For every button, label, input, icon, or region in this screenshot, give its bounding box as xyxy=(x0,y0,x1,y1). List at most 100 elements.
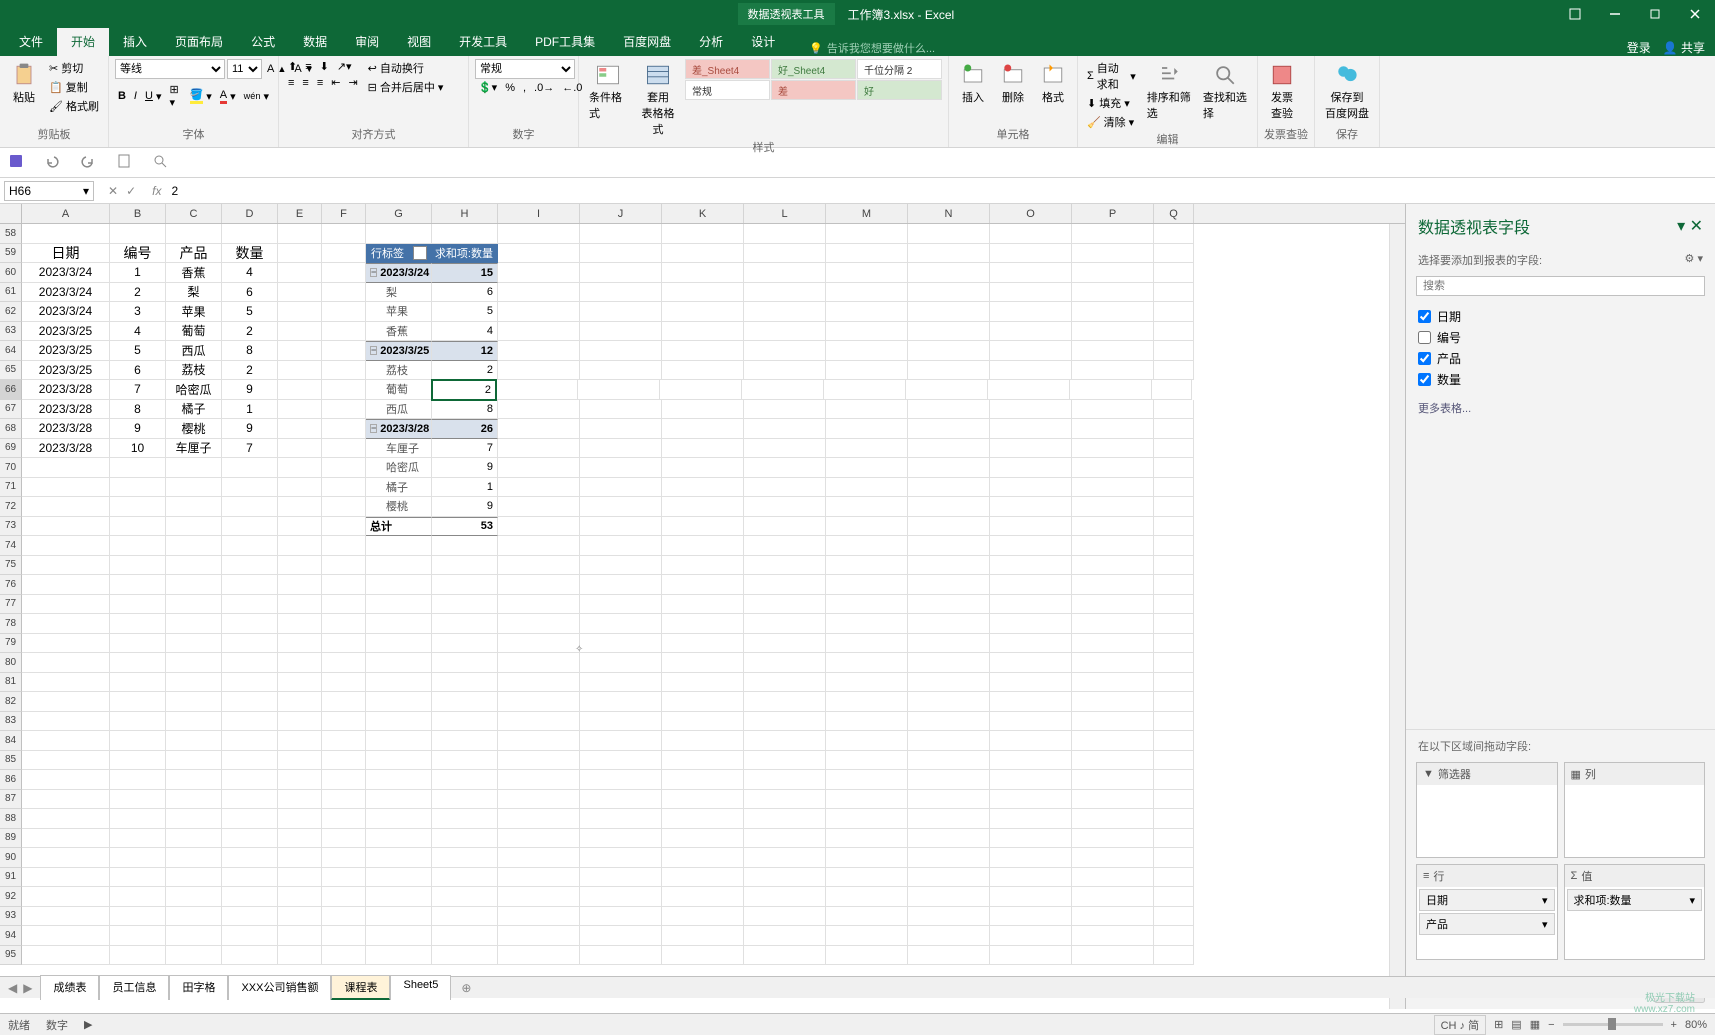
row-header[interactable]: 62 xyxy=(0,302,22,322)
cell[interactable] xyxy=(662,400,744,420)
cell[interactable] xyxy=(22,809,110,829)
row-header[interactable]: 69 xyxy=(0,439,22,459)
cell[interactable] xyxy=(278,224,322,244)
tab-file[interactable]: 文件 xyxy=(5,27,57,56)
cell[interactable] xyxy=(22,556,110,576)
cell[interactable] xyxy=(222,673,278,693)
cell[interactable] xyxy=(744,790,826,810)
cell[interactable] xyxy=(662,517,744,537)
cell[interactable] xyxy=(322,263,366,283)
cell[interactable]: 梨 xyxy=(366,283,432,303)
cell[interactable] xyxy=(1072,439,1154,459)
cell[interactable]: 车厘子 xyxy=(166,439,222,459)
italic-button[interactable]: I xyxy=(131,89,140,103)
cell[interactable] xyxy=(278,400,322,420)
cell[interactable] xyxy=(322,595,366,615)
cell[interactable] xyxy=(278,341,322,361)
cell[interactable] xyxy=(22,731,110,751)
cell[interactable] xyxy=(908,770,990,790)
cell[interactable]: 2023/3/25 xyxy=(22,361,110,381)
cell[interactable] xyxy=(826,614,908,634)
cell[interactable] xyxy=(1154,478,1194,498)
cell[interactable] xyxy=(1154,692,1194,712)
cell[interactable] xyxy=(1072,419,1154,439)
cell[interactable] xyxy=(222,907,278,927)
tab-design[interactable]: 设计 xyxy=(737,27,789,56)
cell[interactable] xyxy=(824,380,906,400)
cell[interactable] xyxy=(432,673,498,693)
cell[interactable]: 1 xyxy=(432,478,498,498)
cell[interactable] xyxy=(662,263,744,283)
cell[interactable] xyxy=(166,848,222,868)
cell[interactable] xyxy=(1072,263,1154,283)
cell[interactable] xyxy=(990,341,1072,361)
cell[interactable] xyxy=(580,751,662,771)
cell[interactable] xyxy=(166,653,222,673)
cell[interactable] xyxy=(990,790,1072,810)
cell[interactable] xyxy=(990,907,1072,927)
cell[interactable] xyxy=(908,361,990,381)
cell[interactable] xyxy=(1072,829,1154,849)
cell[interactable] xyxy=(278,848,322,868)
cell[interactable] xyxy=(908,731,990,751)
cell[interactable] xyxy=(110,673,166,693)
cell[interactable]: 9 xyxy=(222,380,278,400)
cell[interactable] xyxy=(1154,556,1194,576)
cell[interactable] xyxy=(662,692,744,712)
row-header[interactable]: 67 xyxy=(0,400,22,420)
cell[interactable]: 2 xyxy=(222,322,278,342)
cell[interactable] xyxy=(278,653,322,673)
cell[interactable] xyxy=(990,478,1072,498)
cell[interactable] xyxy=(22,926,110,946)
cell[interactable] xyxy=(432,809,498,829)
fill-button[interactable]: ⬇ 填充 ▾ xyxy=(1084,94,1139,112)
row-header[interactable]: 58 xyxy=(0,224,22,244)
cell[interactable] xyxy=(110,595,166,615)
cell[interactable] xyxy=(744,575,826,595)
cell[interactable]: 产品 xyxy=(166,244,222,264)
cell[interactable] xyxy=(166,887,222,907)
cell[interactable] xyxy=(432,848,498,868)
cell[interactable] xyxy=(990,634,1072,654)
column-header[interactable]: P xyxy=(1072,204,1154,223)
cell[interactable] xyxy=(166,731,222,751)
cell[interactable] xyxy=(990,614,1072,634)
cell-style-option[interactable]: 差 xyxy=(771,80,856,100)
cell[interactable] xyxy=(110,614,166,634)
cell[interactable] xyxy=(908,263,990,283)
cell[interactable] xyxy=(166,926,222,946)
cell[interactable]: 香蕉 xyxy=(166,263,222,283)
cell[interactable] xyxy=(826,283,908,303)
cell[interactable]: 2023/3/24 xyxy=(22,283,110,303)
cell[interactable] xyxy=(22,712,110,732)
cell[interactable] xyxy=(580,419,662,439)
cell[interactable] xyxy=(990,926,1072,946)
cell[interactable] xyxy=(432,595,498,615)
cell[interactable] xyxy=(908,907,990,927)
field-search-input[interactable] xyxy=(1416,276,1705,296)
cell[interactable] xyxy=(322,829,366,849)
ribbon-options-icon[interactable] xyxy=(1555,0,1595,28)
cell[interactable] xyxy=(498,809,580,829)
cell[interactable] xyxy=(990,946,1072,966)
cell[interactable] xyxy=(662,595,744,615)
cell[interactable] xyxy=(580,439,662,459)
cell[interactable]: 5 xyxy=(432,302,498,322)
cell[interactable] xyxy=(322,790,366,810)
cell[interactable] xyxy=(110,517,166,537)
cell[interactable] xyxy=(1072,575,1154,595)
cell[interactable]: 总计 xyxy=(366,517,432,537)
cell[interactable] xyxy=(744,536,826,556)
cell[interactable] xyxy=(278,458,322,478)
cell[interactable]: 6 xyxy=(110,361,166,381)
cell[interactable] xyxy=(662,848,744,868)
cell[interactable] xyxy=(432,731,498,751)
cell[interactable] xyxy=(662,809,744,829)
cell[interactable]: 橘子 xyxy=(366,478,432,498)
cell[interactable] xyxy=(22,497,110,517)
tab-data[interactable]: 数据 xyxy=(289,27,341,56)
cell[interactable] xyxy=(498,751,580,771)
cell[interactable] xyxy=(990,283,1072,303)
cell[interactable]: 9 xyxy=(432,458,498,478)
cell[interactable]: 数量 xyxy=(222,244,278,264)
